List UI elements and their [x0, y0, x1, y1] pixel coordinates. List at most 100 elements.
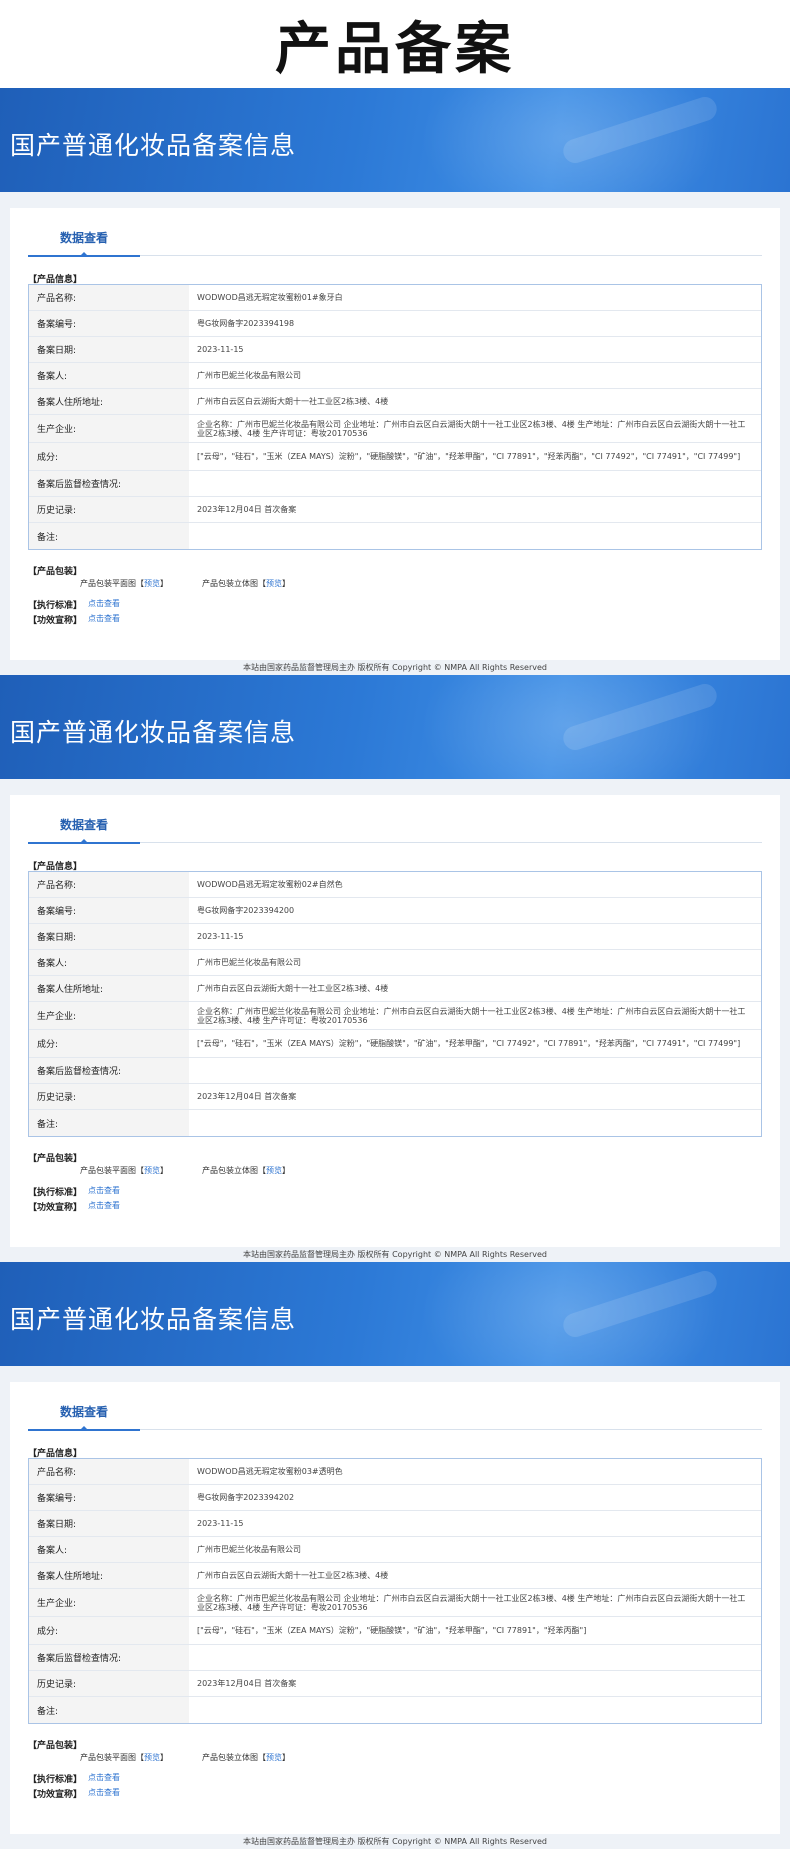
field-label: 备案后监督检查情况:	[29, 1058, 189, 1083]
manufacturer-value: 企业名称：广州市巴妮兰化妆品有限公司 企业地址：广州市白云区白云湖街大朗十一社工…	[197, 1593, 746, 1612]
field-label: 历史记录:	[29, 1084, 189, 1109]
table-row: 备案人住所地址: 广州市白云区白云湖街大朗十一社工业区2栋3楼、4楼	[29, 1563, 761, 1589]
table-row: 备案后监督检查情况:	[29, 471, 761, 497]
standard-label: 【执行标准】	[28, 601, 83, 611]
preview-3d-link[interactable]: 预览	[266, 579, 282, 588]
inspection-value	[189, 1645, 761, 1670]
record-panel: 数据查看 【产品信息】 产品名称: WODWOD昌逃无瑕定妆蜜粉03#透明色 备…	[10, 1382, 780, 1834]
efficacy-view-link[interactable]: 点击查看	[88, 1200, 120, 1213]
tab-caret-icon	[79, 1426, 89, 1431]
preview-flat-link[interactable]: 预览	[144, 1753, 160, 1762]
applicant-address-value: 广州市白云区白云湖街大朗十一社工业区2栋3楼、4楼	[197, 1571, 389, 1580]
package-3d-label: 产品包装立体图	[202, 1753, 258, 1762]
standard-label: 【执行标准】	[28, 1188, 83, 1198]
field-label: 备案人:	[29, 1537, 189, 1562]
table-row: 历史记录: 2023年12月04日 首次备案	[29, 1084, 761, 1110]
package-flat-label: 产品包装平面图	[80, 1753, 136, 1762]
page-title: 产品备案	[0, 0, 790, 88]
applicant-value: 广州市巴妮兰化妆品有限公司	[197, 1545, 301, 1554]
product-info-heading: 【产品信息】	[28, 862, 83, 872]
table-row: 备注:	[29, 1697, 761, 1723]
banner-title: 国产普通化妆品备案信息	[10, 718, 297, 747]
table-row: 备案后监督检查情况:	[29, 1645, 761, 1671]
product-info-table: 产品名称: WODWOD昌逃无瑕定妆蜜粉03#透明色 备案编号: 粤G妆网备字2…	[28, 1458, 762, 1724]
product-name-value: WODWOD昌逃无瑕定妆蜜粉02#自然色	[197, 880, 343, 889]
history-value: 2023年12月04日 首次备案	[197, 1679, 297, 1688]
package-3d-item: 产品包装立体图【预览】	[202, 579, 290, 588]
tab-label: 数据查看	[59, 818, 108, 832]
table-row: 产品名称: WODWOD昌逃无瑕定妆蜜粉02#自然色	[29, 872, 761, 898]
package-flat-item: 产品包装平面图【预览】	[80, 1166, 168, 1175]
standard-row: 【执行标准】 点击查看	[28, 1185, 762, 1198]
field-label: 备案编号:	[29, 311, 189, 336]
manufacturer-value: 企业名称：广州市巴妮兰化妆品有限公司 企业地址：广州市白云区白云湖街大朗十一社工…	[197, 1006, 746, 1025]
efficacy-label: 【功效宣称】	[28, 1790, 83, 1800]
field-label: 产品名称:	[29, 872, 189, 897]
content-area: 数据查看 【产品信息】 产品名称: WODWOD昌逃无瑕定妆蜜粉03#透明色 备…	[0, 1366, 790, 1849]
field-label: 成分:	[29, 1617, 189, 1644]
record-panel: 数据查看 【产品信息】 产品名称: WODWOD昌逃无瑕定妆蜜粉02#自然色 备…	[10, 795, 780, 1247]
field-label: 备案人:	[29, 363, 189, 388]
table-row: 备案人: 广州市巴妮兰化妆品有限公司	[29, 363, 761, 389]
table-row: 产品名称: WODWOD昌逃无瑕定妆蜜粉01#象牙白	[29, 285, 761, 311]
field-label: 生产企业:	[29, 415, 189, 442]
efficacy-view-link[interactable]: 点击查看	[88, 613, 120, 626]
applicant-address-value: 广州市白云区白云湖街大朗十一社工业区2栋3楼、4楼	[197, 397, 389, 406]
package-images-row: 产品包装平面图【预览】 产品包装立体图【预览】	[28, 1165, 762, 1179]
field-label: 成分:	[29, 1030, 189, 1057]
applicant-value: 广州市巴妮兰化妆品有限公司	[197, 958, 301, 967]
preview-flat-link[interactable]: 预览	[144, 579, 160, 588]
field-label: 备案日期:	[29, 924, 189, 949]
tab-data-view[interactable]: 数据查看	[28, 1397, 140, 1431]
table-row: 备案编号: 粤G妆网备字2023394200	[29, 898, 761, 924]
field-label: 历史记录:	[29, 497, 189, 522]
standard-view-link[interactable]: 点击查看	[88, 1185, 120, 1198]
preview-3d-link[interactable]: 预览	[266, 1166, 282, 1175]
reg-date-value: 2023-11-15	[197, 345, 244, 354]
standard-row: 【执行标准】 点击查看	[28, 1772, 762, 1785]
package-heading: 【产品包装】	[28, 1154, 83, 1164]
remarks-value	[189, 1110, 761, 1136]
preview-3d-link[interactable]: 预览	[266, 1753, 282, 1762]
field-label: 备案日期:	[29, 337, 189, 362]
banner: 国产普通化妆品备案信息	[0, 1262, 790, 1366]
tab-data-view[interactable]: 数据查看	[28, 810, 140, 844]
table-row: 生产企业: 企业名称：广州市巴妮兰化妆品有限公司 企业地址：广州市白云区白云湖街…	[29, 1589, 761, 1617]
package-3d-item: 产品包装立体图【预览】	[202, 1166, 290, 1175]
field-label: 备案人住所地址:	[29, 389, 189, 414]
efficacy-row: 【功效宣称】 点击查看	[28, 1200, 762, 1213]
tab-data-view[interactable]: 数据查看	[28, 223, 140, 257]
field-label: 备案人:	[29, 950, 189, 975]
efficacy-view-link[interactable]: 点击查看	[88, 1787, 120, 1800]
tab-caret-icon	[79, 252, 89, 257]
field-label: 生产企业:	[29, 1002, 189, 1029]
applicant-value: 广州市巴妮兰化妆品有限公司	[197, 371, 301, 380]
table-row: 备案人住所地址: 广州市白云区白云湖街大朗十一社工业区2栋3楼、4楼	[29, 389, 761, 415]
table-row: 备案后监督检查情况:	[29, 1058, 761, 1084]
field-label: 历史记录:	[29, 1671, 189, 1696]
reg-number-value: 粤G妆网备字2023394202	[197, 1493, 295, 1502]
package-images-row: 产品包装平面图【预览】 产品包装立体图【预览】	[28, 1752, 762, 1766]
remarks-value	[189, 1697, 761, 1723]
preview-flat-link[interactable]: 预览	[144, 1166, 160, 1175]
field-label: 备注:	[29, 1110, 189, 1136]
footer-copyright: 本站由国家药品监督管理局主办 版权所有 Copyright © NMPA All…	[243, 663, 547, 672]
record-panel: 数据查看 【产品信息】 产品名称: WODWOD昌逃无瑕定妆蜜粉01#象牙白 备…	[10, 208, 780, 660]
field-label: 产品名称:	[29, 1459, 189, 1484]
package-flat-item: 产品包装平面图【预览】	[80, 1753, 168, 1762]
package-heading: 【产品包装】	[28, 567, 83, 577]
table-row: 备注:	[29, 523, 761, 549]
banner: 国产普通化妆品备案信息	[0, 675, 790, 779]
package-flat-label: 产品包装平面图	[80, 579, 136, 588]
table-row: 备案日期: 2023-11-15	[29, 1511, 761, 1537]
reg-date-value: 2023-11-15	[197, 1519, 244, 1528]
standard-label: 【执行标准】	[28, 1775, 83, 1785]
banner-title: 国产普通化妆品备案信息	[10, 131, 297, 160]
inspection-value	[189, 1058, 761, 1083]
package-flat-label: 产品包装平面图	[80, 1166, 136, 1175]
standard-view-link[interactable]: 点击查看	[88, 1772, 120, 1785]
standard-view-link[interactable]: 点击查看	[88, 598, 120, 611]
manufacturer-value: 企业名称：广州市巴妮兰化妆品有限公司 企业地址：广州市白云区白云湖街大朗十一社工…	[197, 419, 746, 438]
remarks-value	[189, 523, 761, 549]
product-name-value: WODWOD昌逃无瑕定妆蜜粉03#透明色	[197, 1467, 343, 1476]
